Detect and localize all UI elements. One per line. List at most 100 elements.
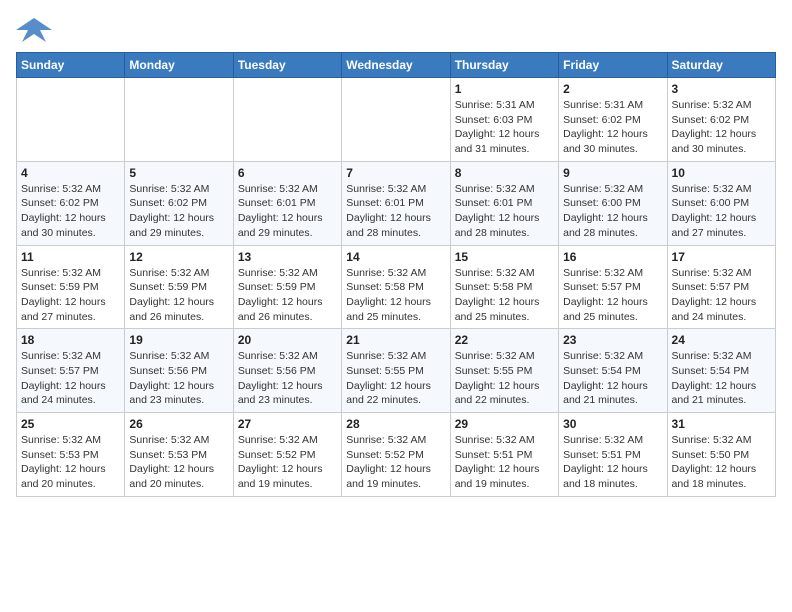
day-number: 6 bbox=[238, 166, 337, 180]
calendar-cell: 13Sunrise: 5:32 AMSunset: 5:59 PMDayligh… bbox=[233, 245, 341, 329]
day-number: 10 bbox=[672, 166, 771, 180]
day-info: Sunrise: 5:32 AMSunset: 6:00 PMDaylight:… bbox=[563, 182, 662, 241]
calendar-cell: 18 Sunrise: 5:32 AMSunset: 5:57 PMDayligh… bbox=[17, 329, 125, 413]
day-number: 9 bbox=[563, 166, 662, 180]
day-info: Sunrise: 5:32 AMSunset: 6:01 PMDaylight:… bbox=[455, 182, 554, 241]
day-info: Sunrise: 5:31 AMSunset: 6:02 PMDaylight:… bbox=[563, 98, 662, 157]
calendar-cell: 12Sunrise: 5:32 AMSunset: 5:59 PMDayligh… bbox=[125, 245, 233, 329]
calendar-cell: 19 Sunrise: 5:32 AMSunset: 5:56 PMDayligh… bbox=[125, 329, 233, 413]
calendar-cell: 11Sunrise: 5:32 AMSunset: 5:59 PMDayligh… bbox=[17, 245, 125, 329]
day-info: Sunrise: 5:32 AMSunset: 6:01 PMDaylight:… bbox=[238, 182, 337, 241]
calendar-cell: 22 Sunrise: 5:32 AMSunset: 5:55 PMDayligh… bbox=[450, 329, 558, 413]
day-number: 17 bbox=[672, 250, 771, 264]
calendar-cell: 28Sunrise: 5:32 AMSunset: 5:52 PMDayligh… bbox=[342, 413, 450, 497]
day-number: 25 bbox=[21, 417, 120, 431]
calendar-cell: 8Sunrise: 5:32 AMSunset: 6:01 PMDaylight… bbox=[450, 161, 558, 245]
calendar-week-row: 25 Sunrise: 5:32 AMSunset: 5:53 PMDayligh… bbox=[17, 413, 776, 497]
calendar-week-row: 4Sunrise: 5:32 AMSunset: 6:02 PMDaylight… bbox=[17, 161, 776, 245]
weekday-header-saturday: Saturday bbox=[667, 53, 775, 78]
day-number: 12 bbox=[129, 250, 228, 264]
calendar-cell: 29 Sunrise: 5:32 AMSunset: 5:51 PMDayligh… bbox=[450, 413, 558, 497]
calendar-cell: 25 Sunrise: 5:32 AMSunset: 5:53 PMDayligh… bbox=[17, 413, 125, 497]
day-number: 30 bbox=[563, 417, 662, 431]
day-number: 3 bbox=[672, 82, 771, 96]
day-info: Sunrise: 5:32 AMSunset: 5:55 PMDaylight:… bbox=[455, 349, 554, 408]
calendar-cell: 30Sunrise: 5:32 AMSunset: 5:51 PMDayligh… bbox=[559, 413, 667, 497]
calendar-cell: 24 Sunrise: 5:32 AMSunset: 5:54 PMDayligh… bbox=[667, 329, 775, 413]
calendar-week-row: 1Sunrise: 5:31 AMSunset: 6:03 PMDaylight… bbox=[17, 78, 776, 162]
calendar-cell: 17 Sunrise: 5:32 AMSunset: 5:57 PMDayligh… bbox=[667, 245, 775, 329]
calendar-cell: 20 Sunrise: 5:32 AMSunset: 5:56 PMDayligh… bbox=[233, 329, 341, 413]
day-info: Sunrise: 5:32 AMSunset: 5:51 PMDaylight:… bbox=[455, 433, 554, 492]
calendar-cell: 15 Sunrise: 5:32 AMSunset: 5:58 PMDayligh… bbox=[450, 245, 558, 329]
calendar-cell: 3 Sunrise: 5:32 AMSunset: 6:02 PMDaylight… bbox=[667, 78, 775, 162]
day-info: Sunrise: 5:32 AMSunset: 5:59 PMDaylight:… bbox=[238, 266, 337, 325]
day-info: Sunrise: 5:32 AMSunset: 5:57 PMDaylight:… bbox=[672, 266, 771, 325]
calendar-cell bbox=[125, 78, 233, 162]
calendar-cell: 27 Sunrise: 5:32 AMSunset: 5:52 PMDayligh… bbox=[233, 413, 341, 497]
calendar-cell: 23 Sunrise: 5:32 AMSunset: 5:54 PMDayligh… bbox=[559, 329, 667, 413]
day-number: 18 bbox=[21, 333, 120, 347]
weekday-header-sunday: Sunday bbox=[17, 53, 125, 78]
calendar-cell: 5 Sunrise: 5:32 AMSunset: 6:02 PMDaylight… bbox=[125, 161, 233, 245]
day-info: Sunrise: 5:32 AMSunset: 5:56 PMDaylight:… bbox=[129, 349, 228, 408]
day-number: 21 bbox=[346, 333, 445, 347]
day-number: 2 bbox=[563, 82, 662, 96]
calendar-cell: 31 Sunrise: 5:32 AMSunset: 5:50 PMDayligh… bbox=[667, 413, 775, 497]
day-number: 19 bbox=[129, 333, 228, 347]
day-info: Sunrise: 5:32 AMSunset: 5:58 PMDaylight:… bbox=[455, 266, 554, 325]
calendar-cell: 14 Sunrise: 5:32 AMSunset: 5:58 PMDayligh… bbox=[342, 245, 450, 329]
calendar-cell: 21Sunrise: 5:32 AMSunset: 5:55 PMDayligh… bbox=[342, 329, 450, 413]
day-info: Sunrise: 5:32 AMSunset: 5:56 PMDaylight:… bbox=[238, 349, 337, 408]
weekday-header-thursday: Thursday bbox=[450, 53, 558, 78]
day-info: Sunrise: 5:32 AMSunset: 5:53 PMDaylight:… bbox=[129, 433, 228, 492]
logo bbox=[16, 16, 56, 44]
day-info: Sunrise: 5:32 AMSunset: 6:02 PMDaylight:… bbox=[672, 98, 771, 157]
day-number: 24 bbox=[672, 333, 771, 347]
day-number: 14 bbox=[346, 250, 445, 264]
day-number: 15 bbox=[455, 250, 554, 264]
day-info: Sunrise: 5:32 AMSunset: 5:50 PMDaylight:… bbox=[672, 433, 771, 492]
calendar-table: SundayMondayTuesdayWednesdayThursdayFrid… bbox=[16, 52, 776, 497]
day-info: Sunrise: 5:32 AMSunset: 5:59 PMDaylight:… bbox=[21, 266, 120, 325]
day-info: Sunrise: 5:32 AMSunset: 5:54 PMDaylight:… bbox=[563, 349, 662, 408]
day-info: Sunrise: 5:32 AMSunset: 6:02 PMDaylight:… bbox=[21, 182, 120, 241]
calendar-cell: 7 Sunrise: 5:32 AMSunset: 6:01 PMDaylight… bbox=[342, 161, 450, 245]
logo-bird-icon bbox=[16, 16, 52, 44]
day-number: 22 bbox=[455, 333, 554, 347]
day-info: Sunrise: 5:31 AMSunset: 6:03 PMDaylight:… bbox=[455, 98, 554, 157]
day-number: 31 bbox=[672, 417, 771, 431]
calendar-week-row: 18 Sunrise: 5:32 AMSunset: 5:57 PMDayligh… bbox=[17, 329, 776, 413]
day-info: Sunrise: 5:32 AMSunset: 5:52 PMDaylight:… bbox=[238, 433, 337, 492]
weekday-header-row: SundayMondayTuesdayWednesdayThursdayFrid… bbox=[17, 53, 776, 78]
weekday-header-tuesday: Tuesday bbox=[233, 53, 341, 78]
weekday-header-monday: Monday bbox=[125, 53, 233, 78]
calendar-cell: 10 Sunrise: 5:32 AMSunset: 6:00 PMDayligh… bbox=[667, 161, 775, 245]
day-info: Sunrise: 5:32 AMSunset: 5:54 PMDaylight:… bbox=[672, 349, 771, 408]
calendar-cell: 4Sunrise: 5:32 AMSunset: 6:02 PMDaylight… bbox=[17, 161, 125, 245]
day-number: 28 bbox=[346, 417, 445, 431]
day-number: 20 bbox=[238, 333, 337, 347]
weekday-header-friday: Friday bbox=[559, 53, 667, 78]
day-info: Sunrise: 5:32 AMSunset: 5:57 PMDaylight:… bbox=[21, 349, 120, 408]
calendar-cell: 26 Sunrise: 5:32 AMSunset: 5:53 PMDayligh… bbox=[125, 413, 233, 497]
calendar-cell: 2 Sunrise: 5:31 AMSunset: 6:02 PMDaylight… bbox=[559, 78, 667, 162]
day-info: Sunrise: 5:32 AMSunset: 6:02 PMDaylight:… bbox=[129, 182, 228, 241]
day-number: 5 bbox=[129, 166, 228, 180]
day-number: 29 bbox=[455, 417, 554, 431]
day-number: 26 bbox=[129, 417, 228, 431]
calendar-cell: 6 Sunrise: 5:32 AMSunset: 6:01 PMDaylight… bbox=[233, 161, 341, 245]
day-info: Sunrise: 5:32 AMSunset: 6:00 PMDaylight:… bbox=[672, 182, 771, 241]
calendar-week-row: 11Sunrise: 5:32 AMSunset: 5:59 PMDayligh… bbox=[17, 245, 776, 329]
calendar-cell bbox=[342, 78, 450, 162]
day-number: 23 bbox=[563, 333, 662, 347]
day-number: 7 bbox=[346, 166, 445, 180]
weekday-header-wednesday: Wednesday bbox=[342, 53, 450, 78]
day-info: Sunrise: 5:32 AMSunset: 5:53 PMDaylight:… bbox=[21, 433, 120, 492]
day-info: Sunrise: 5:32 AMSunset: 6:01 PMDaylight:… bbox=[346, 182, 445, 241]
calendar-cell bbox=[17, 78, 125, 162]
day-number: 27 bbox=[238, 417, 337, 431]
calendar-cell bbox=[233, 78, 341, 162]
calendar-cell: 16Sunrise: 5:32 AMSunset: 5:57 PMDayligh… bbox=[559, 245, 667, 329]
day-info: Sunrise: 5:32 AMSunset: 5:58 PMDaylight:… bbox=[346, 266, 445, 325]
